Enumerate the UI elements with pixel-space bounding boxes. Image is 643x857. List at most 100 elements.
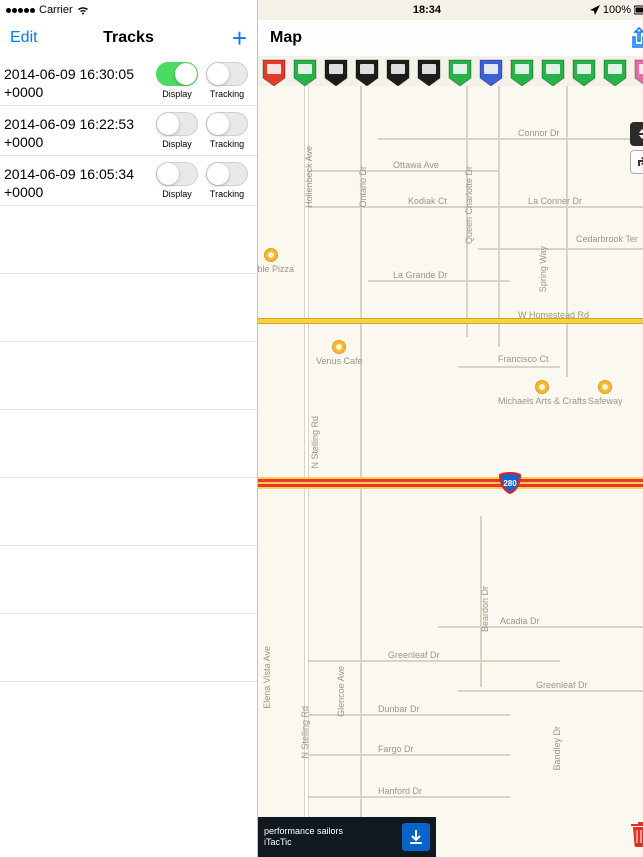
pin-bridge[interactable]	[353, 58, 381, 86]
street-label: Connor Dr	[518, 128, 560, 138]
track-timestamp: 2014-06-09 16:30:05 +0000	[4, 62, 149, 101]
empty-row	[0, 478, 257, 546]
street-label: Queen Charlotte Dr	[464, 166, 474, 244]
road	[478, 248, 643, 250]
map-title: Map	[270, 29, 302, 47]
track-row[interactable]: 2014-06-09 16:05:34 +0000DisplayTracking	[0, 156, 257, 206]
tracking-label: Tracking	[210, 139, 244, 149]
pin-bank[interactable]	[539, 58, 567, 86]
share-button[interactable]	[630, 27, 643, 49]
street-label: Fargo Dr	[378, 744, 414, 754]
battery-label: 100%	[603, 4, 631, 16]
street-label: Greenleaf Dr	[388, 650, 440, 660]
street-label: Beardon Dr	[480, 586, 490, 632]
pin-gift[interactable]	[632, 58, 643, 86]
street-label: La Grande Dr	[393, 270, 448, 280]
ad-text: performance sailors iTacTic	[264, 826, 394, 848]
pin-radar[interactable]	[446, 58, 474, 86]
street-label: Dunbar Dr	[378, 704, 420, 714]
street-label: Ontario Dr	[358, 166, 368, 208]
road	[368, 280, 510, 282]
tracking-label: Tracking	[210, 89, 244, 99]
time-label: 18:34	[413, 4, 441, 16]
track-timestamp: 2014-06-09 16:22:53 +0000	[4, 112, 149, 151]
street-label: Hollenbeck Ave	[304, 146, 314, 208]
pin-radar2[interactable]	[477, 58, 505, 86]
svg-text:280: 280	[503, 479, 517, 488]
pin-plane-down[interactable]	[384, 58, 412, 86]
pin-camera[interactable]	[260, 58, 288, 86]
street-label: Greenleaf Dr	[536, 680, 588, 690]
tracking-toggle[interactable]	[206, 162, 248, 186]
ad-banner[interactable]: performance sailors iTacTic	[258, 817, 436, 857]
pin-bird[interactable]	[601, 58, 629, 86]
poi-marker[interactable]: Michaels Arts & Crafts	[498, 380, 587, 406]
street-label: Acadia Dr	[500, 616, 540, 626]
road	[308, 660, 560, 662]
road	[308, 796, 510, 798]
road	[458, 690, 643, 692]
street-label: Spring Way	[538, 246, 548, 292]
track-row[interactable]: 2014-06-09 16:22:53 +0000 Display Tracking	[0, 106, 257, 156]
display-toggle[interactable]	[156, 112, 198, 136]
street-label: Francisco Ct	[498, 354, 549, 364]
pin-flag[interactable]	[570, 58, 598, 86]
street-label: Kodiak Ct	[408, 196, 447, 206]
edit-button[interactable]: Edit	[10, 29, 38, 47]
pin-tower[interactable]	[322, 58, 350, 86]
map-view[interactable]: 280 performance sailors iTacTic Connor D…	[258, 86, 643, 857]
display-label: Display	[162, 189, 192, 199]
street-label: Hanford Dr	[378, 786, 422, 796]
map-panel: 18:34 100% Map	[258, 0, 643, 857]
street-label: N Stelling Rd	[300, 706, 310, 759]
pin-runway[interactable]	[415, 58, 443, 86]
poi-marker[interactable]: Table Pizza	[258, 248, 294, 274]
display-toggle[interactable]	[156, 162, 198, 186]
map-route-toggle[interactable]	[630, 150, 643, 174]
battery-icon	[634, 5, 643, 15]
empty-row	[0, 342, 257, 410]
tracks-nav: Edit Tracks +	[0, 20, 257, 56]
road	[438, 626, 643, 628]
pin-plane-up[interactable]	[291, 58, 319, 86]
delete-button[interactable]	[630, 821, 643, 847]
street-label: Cedarbrook Ter	[576, 234, 638, 244]
poi-marker[interactable]: Safeway	[588, 380, 623, 406]
map-nav: Map	[258, 20, 643, 56]
signal-icon	[6, 8, 35, 13]
poi-marker[interactable]: Venus Cafe	[316, 340, 363, 366]
empty-row	[0, 410, 257, 478]
empty-row	[0, 614, 257, 682]
street-label: Elena Vista Ave	[262, 646, 272, 709]
road	[308, 754, 510, 756]
street-label: Glencoe Ave	[336, 666, 346, 717]
tracking-toggle[interactable]	[206, 62, 248, 86]
location-icon	[590, 5, 600, 15]
road	[498, 86, 500, 347]
tracks-list[interactable]: 2014-06-09 16:30:05 +0000 Display Tracking…	[0, 56, 257, 857]
road	[566, 86, 568, 377]
map-mode-toggle[interactable]	[630, 122, 643, 146]
status-bar-left: Carrier	[0, 0, 257, 20]
street-label: N Stelling Rd	[310, 416, 320, 469]
display-label: Display	[162, 89, 192, 99]
display-toggle[interactable]	[156, 62, 198, 86]
interstate-shield: 280	[498, 471, 522, 495]
carrier-label: Carrier	[39, 4, 73, 16]
add-button[interactable]: +	[232, 23, 247, 54]
download-icon[interactable]	[402, 823, 430, 851]
tracks-panel: Carrier Edit Tracks + 2014-06-09 16:30:0…	[0, 0, 258, 857]
street-label: Ottawa Ave	[393, 160, 439, 170]
track-row[interactable]: 2014-06-09 16:30:05 +0000 Display Tracking	[0, 56, 257, 106]
pin-category-strip[interactable]	[258, 56, 643, 86]
tracks-title: Tracks	[0, 29, 257, 47]
street-label: La Conner Dr	[528, 196, 582, 206]
empty-row	[0, 546, 257, 614]
road	[378, 138, 643, 140]
display-label: Display	[162, 139, 192, 149]
pin-pillar[interactable]	[508, 58, 536, 86]
status-bar-right: 18:34 100%	[258, 0, 643, 20]
tracking-toggle[interactable]	[206, 112, 248, 136]
street-label: Bandley Dr	[552, 726, 562, 771]
track-timestamp: 2014-06-09 16:05:34 +0000	[4, 162, 149, 201]
